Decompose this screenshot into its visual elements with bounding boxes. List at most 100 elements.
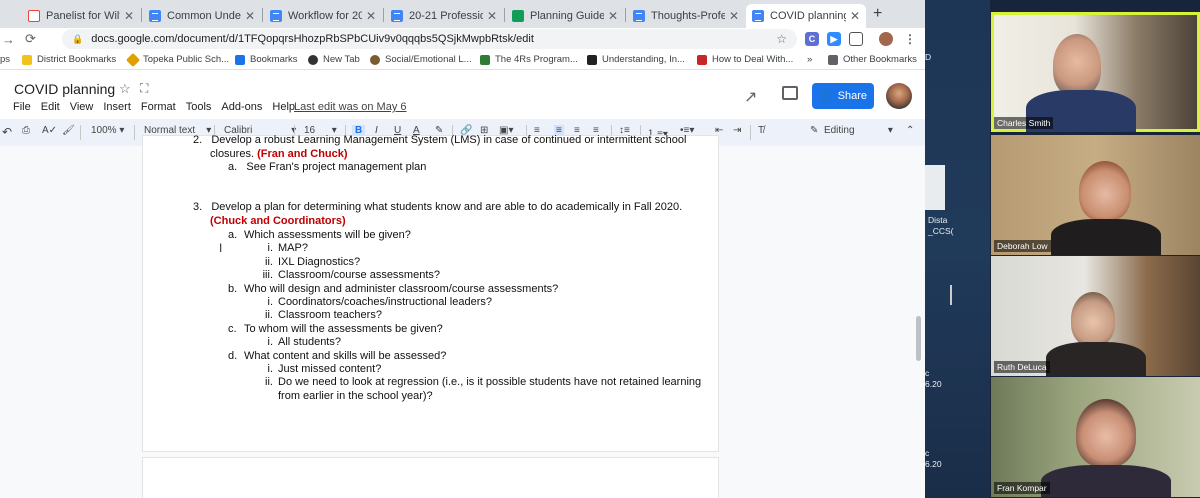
menu-addons[interactable]: Add-ons <box>221 101 262 113</box>
close-icon[interactable]: ✕ <box>487 9 497 23</box>
bookmark-4rs[interactable]: The 4Rs Program... <box>480 54 578 65</box>
list-text: from earlier in the school year)? <box>278 389 433 402</box>
list-text: Who will design and administer classroom… <box>244 282 559 295</box>
participant-name: Ruth DeLuca <box>994 361 1050 373</box>
tab-thoughts[interactable]: Thoughts-Professi ✕ <box>627 4 745 28</box>
close-icon[interactable]: ✕ <box>729 9 739 23</box>
print-icon[interactable]: ⎙ <box>22 125 30 136</box>
bookmark-label: Understanding, In... <box>602 54 685 65</box>
list-number: i. <box>267 336 274 349</box>
close-icon[interactable]: ✕ <box>608 9 618 23</box>
tab-professional[interactable]: 20-21 Professiona ✕ <box>385 4 503 28</box>
participant-tile[interactable]: Ruth DeLuca <box>991 256 1200 376</box>
spellcheck-icon[interactable]: A✓ <box>42 125 57 136</box>
new-tab-button[interactable]: + <box>873 5 882 23</box>
star-icon <box>125 52 141 67</box>
paint-format-icon[interactable]: 🖌 <box>62 125 75 136</box>
person-add-icon: 👤 <box>818 90 833 103</box>
bookmark-understanding[interactable]: Understanding, In... <box>587 54 685 65</box>
bookmark-how-to-deal[interactable]: How to Deal With... <box>697 54 793 65</box>
document-canvas[interactable]: 2. Develop a robust Learning Management … <box>0 134 925 498</box>
bookmark-district[interactable]: District Bookmarks <box>22 54 116 65</box>
owner-label: (Chuck and Coordinators) <box>210 215 346 227</box>
share-button[interactable]: 👤 Share <box>812 83 874 109</box>
editing-mode-select[interactable]: ✎ Editing ▾ <box>810 125 893 136</box>
tab-label: COVID planning - <box>770 10 846 22</box>
bookmark-label: The 4Rs Program... <box>495 54 578 65</box>
list-item-3: 3. Develop a plan for determining what s… <box>193 201 682 213</box>
decrease-indent-icon[interactable]: ⇤ <box>715 125 723 136</box>
bookmark-topeka[interactable]: Topeka Public Sch... <box>125 52 229 67</box>
bookmark-bookmarks[interactable]: Bookmarks <box>235 54 298 65</box>
zoom-select[interactable]: 100% ▾ <box>91 125 124 136</box>
profile-avatar[interactable] <box>879 32 893 46</box>
menu-edit[interactable]: Edit <box>41 101 60 113</box>
participant-tile[interactable]: Fran Kompar <box>991 377 1200 497</box>
tab-common[interactable]: Common Understa ✕ <box>143 4 261 28</box>
desktop-background: D Dista _CCS( c 6.20 c 6.20 <box>925 0 990 498</box>
activity-trend-icon[interactable]: ↗ <box>744 87 757 107</box>
comment-icon[interactable] <box>782 86 798 100</box>
reload-icon[interactable]: ⟳ <box>25 31 36 47</box>
tab-label: Common Understa <box>167 10 241 22</box>
tab-covid-planning[interactable]: COVID planning - ✕ <box>746 4 866 28</box>
collapse-toolbar-icon[interactable]: ⌃ <box>906 125 914 136</box>
bookmark-other[interactable]: Other Bookmarks <box>828 54 917 65</box>
list-number: a. <box>228 161 238 173</box>
list-number: i. <box>267 296 274 308</box>
menu-format[interactable]: Format <box>141 101 176 113</box>
increase-indent-icon[interactable]: ⇥ <box>733 125 741 136</box>
address-bar[interactable]: 🔒 docs.google.com/document/d/1TFQopqrsHh… <box>62 29 797 49</box>
menu-kebab-icon[interactable]: ⋮ <box>903 32 917 46</box>
bookmark-social-emotional[interactable]: Social/Emotional L... <box>370 54 472 65</box>
grid-extension-icon[interactable] <box>849 32 863 46</box>
menu-tools[interactable]: Tools <box>186 101 212 113</box>
document-title[interactable]: COVID planning <box>14 81 115 97</box>
clear-formatting-icon[interactable]: T̸ <box>758 125 764 136</box>
tab-label: Workflow for 2020 <box>288 10 362 22</box>
participant-tile[interactable]: Deborah Low <box>991 135 1200 255</box>
bookmark-label: New Tab <box>323 54 360 65</box>
bookmark-label: How to Deal With... <box>712 54 794 65</box>
undo-icon[interactable]: ↶ <box>2 125 12 139</box>
last-edit-link[interactable]: Last edit was on May 6 <box>294 101 407 113</box>
menu-help[interactable]: Help <box>272 101 295 113</box>
text-cursor-icon: I <box>219 241 223 255</box>
close-icon[interactable]: ✕ <box>245 9 255 23</box>
star-icon <box>235 54 245 65</box>
bookmark-label: Social/Emotional L... <box>385 54 472 65</box>
menu-insert[interactable]: Insert <box>103 101 131 113</box>
tab-planning-guide[interactable]: Planning Guide 20 ✕ <box>506 4 624 28</box>
menu-file[interactable]: File <box>13 101 31 113</box>
document-page[interactable] <box>143 458 718 498</box>
bookmark-star-icon[interactable]: ☆ <box>776 32 787 46</box>
avatar[interactable] <box>886 83 912 109</box>
bookmark-new-tab[interactable]: New Tab <box>308 54 360 65</box>
drive-status-icon[interactable]: ⛶ <box>140 81 148 96</box>
docs-icon <box>633 10 645 22</box>
tab-workflow[interactable]: Workflow for 2020 ✕ <box>264 4 382 28</box>
forward-icon[interactable]: → <box>2 32 15 47</box>
scrollbar[interactable] <box>916 316 921 361</box>
docs-header: COVID planning ☆ ⛶ File Edit View Insert… <box>0 71 925 119</box>
divider <box>950 285 952 305</box>
tab-panelist[interactable]: Panelist for Wilton ✕ <box>22 4 140 28</box>
list-text: Just missed content? <box>278 363 382 375</box>
extension-c-icon[interactable]: C <box>805 32 819 46</box>
participant-tile[interactable]: Charles Smith <box>991 12 1200 132</box>
close-icon[interactable]: ✕ <box>124 9 134 23</box>
bookmark-apps[interactable]: ps <box>0 54 10 65</box>
bookmark-overflow[interactable]: » <box>807 54 812 65</box>
menu-view[interactable]: View <box>70 101 94 113</box>
list-text: Develop a robust Learning Management Sys… <box>211 134 687 146</box>
list-text: MAP? <box>278 242 308 255</box>
close-icon[interactable]: ✕ <box>850 9 860 23</box>
share-label: Share <box>837 90 868 102</box>
zoom-extension-icon[interactable]: ▶ <box>827 32 841 46</box>
star-icon[interactable]: ☆ <box>119 81 131 97</box>
close-icon[interactable]: ✕ <box>366 9 376 23</box>
bookmark-label: Other Bookmarks <box>843 54 917 65</box>
site-icon <box>697 54 707 65</box>
background-text: _CCS( <box>928 226 954 236</box>
document-page[interactable]: 2. Develop a robust Learning Management … <box>143 134 718 451</box>
